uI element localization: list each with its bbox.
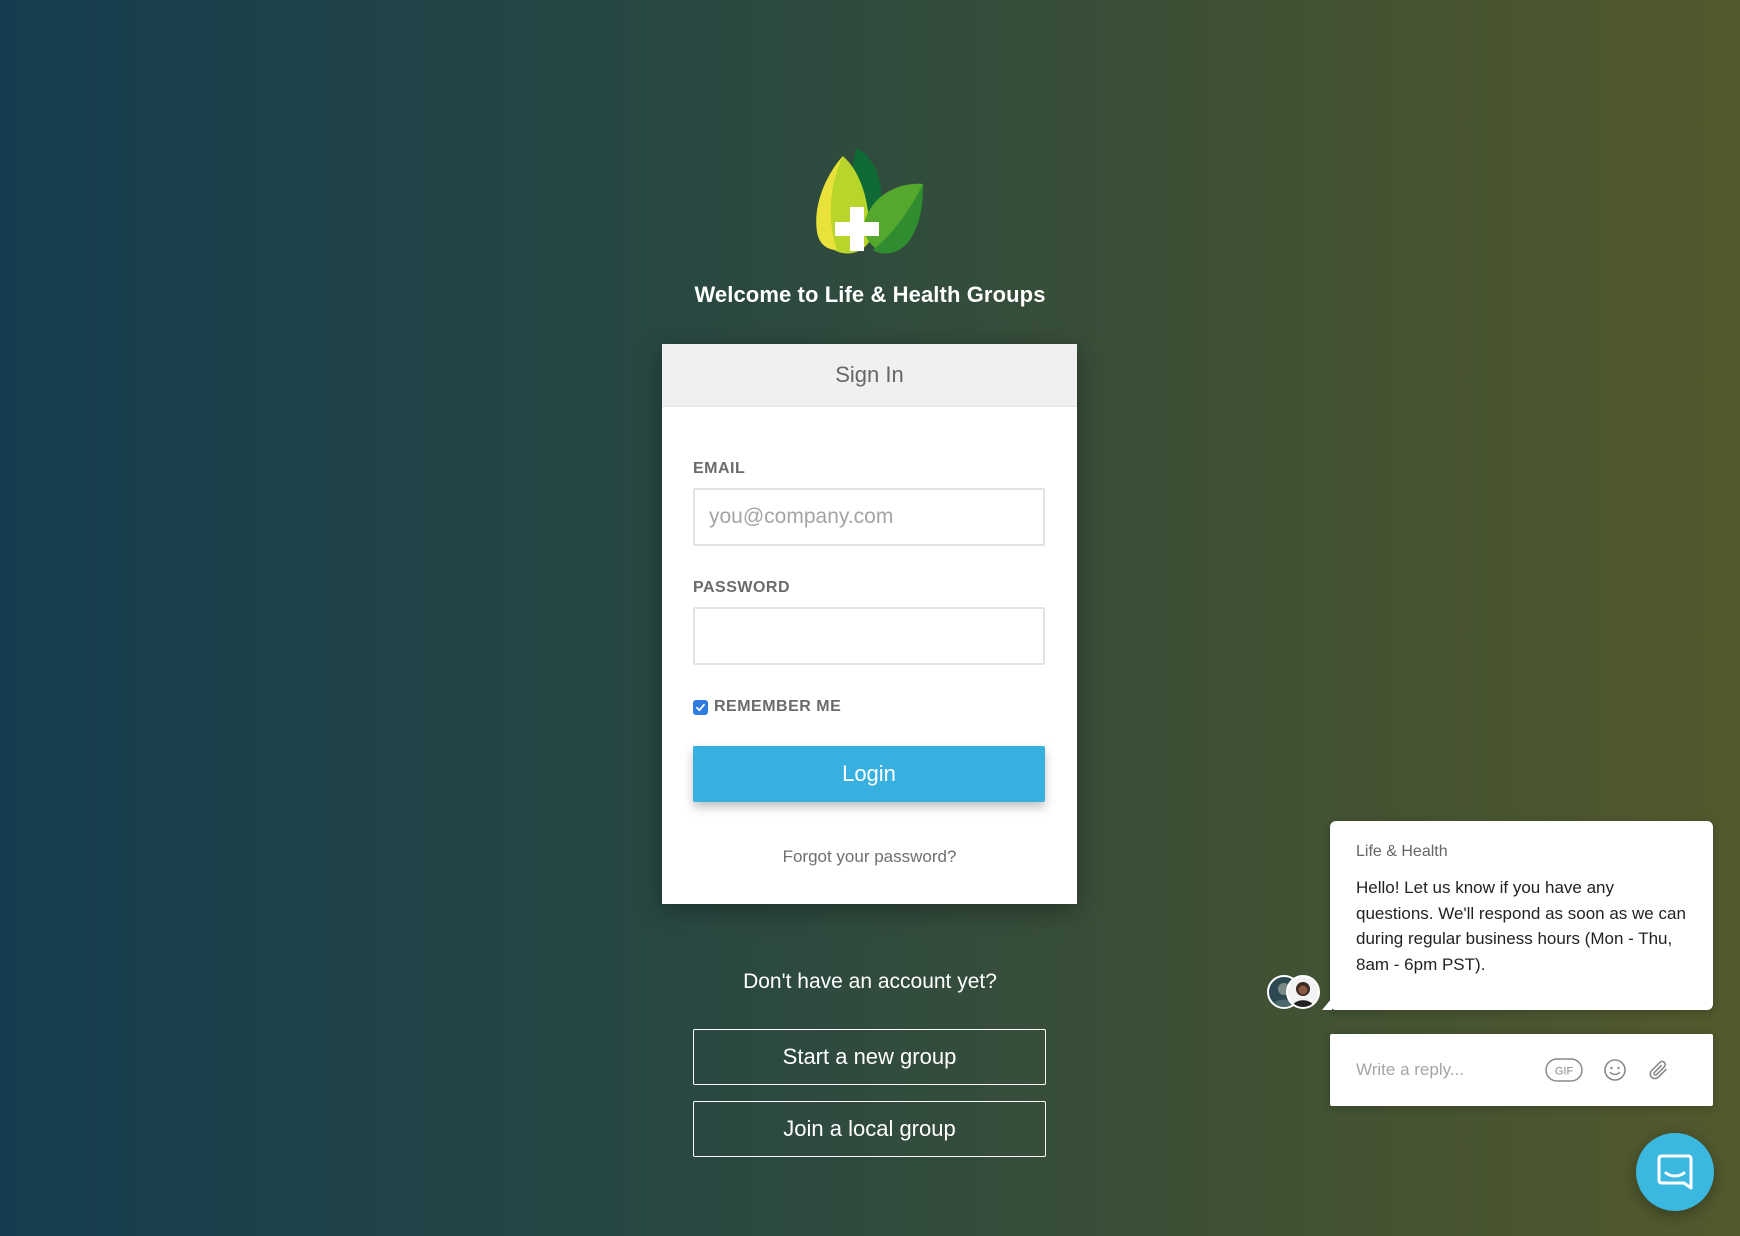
emoji-button[interactable] <box>1602 1057 1628 1083</box>
welcome-heading: Welcome to Life & Health Groups <box>694 282 1046 307</box>
chat-launcher-button[interactable] <box>1636 1133 1714 1211</box>
forgot-password-link[interactable]: Forgot your password? <box>662 847 1077 867</box>
signin-title: Sign In <box>662 344 1077 407</box>
remember-me-row[interactable]: REMEMBER ME <box>693 698 841 716</box>
remember-me-checkbox[interactable] <box>693 699 708 715</box>
agent-avatars <box>1267 975 1321 1009</box>
svg-text:GIF: GIF <box>1555 1066 1574 1078</box>
remember-me-label: REMEMBER ME <box>714 698 842 715</box>
chat-reply-input[interactable] <box>1356 1056 1536 1084</box>
checkmark-icon <box>696 703 705 711</box>
avatar <box>1286 975 1320 1009</box>
gif-button[interactable]: GIF <box>1545 1057 1583 1083</box>
gif-icon: GIF <box>1545 1058 1583 1082</box>
chat-launcher-icon <box>1657 1154 1693 1190</box>
chat-reply-box: GIF <box>1330 1034 1713 1106</box>
email-field[interactable] <box>693 488 1045 546</box>
login-button[interactable]: Login <box>693 746 1045 802</box>
chat-sender-name: Life & Health <box>1356 843 1448 860</box>
paperclip-icon <box>1649 1060 1667 1080</box>
chat-message-text: Hello! Let us know if you have any quest… <box>1356 878 1686 974</box>
attach-button[interactable] <box>1646 1057 1672 1083</box>
join-local-group-button[interactable]: Join a local group <box>693 1101 1046 1157</box>
email-label: EMAIL <box>693 460 746 477</box>
password-field[interactable] <box>693 607 1045 665</box>
chat-message-bubble: Life & Health Hello! Let us know if you … <box>1322 821 1713 1010</box>
signin-card: Sign In EMAIL PASSWORD REMEMBER ME Login… <box>662 344 1077 904</box>
leaf-cross-logo <box>815 146 925 258</box>
start-new-group-button[interactable]: Start a new group <box>693 1029 1046 1085</box>
smiley-icon <box>1604 1059 1626 1081</box>
password-label: PASSWORD <box>693 579 791 596</box>
